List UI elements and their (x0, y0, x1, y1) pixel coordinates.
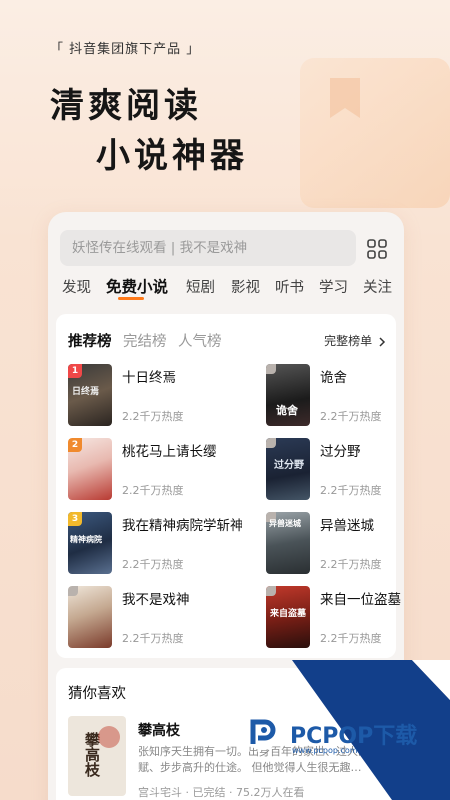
tab-film[interactable]: 影视 (231, 276, 260, 297)
book-title: 来自一位盗墓 (320, 592, 401, 608)
cover-title: 诡舍 (276, 404, 298, 417)
book-heat: 2.2千万热度 (320, 632, 382, 645)
rank-badge: 3 (68, 512, 82, 526)
book-heat: 2.2千万热度 (320, 558, 382, 571)
full-list-label: 完整榜单 (324, 334, 373, 348)
book-item[interactable]: 我不是戏神 2.2千万热度 (68, 586, 228, 652)
rank-badge (266, 586, 276, 596)
headline-line1: 清爽阅读 (50, 86, 202, 126)
tab-discover[interactable]: 发现 (62, 276, 91, 297)
book-title: 诡舍 (320, 370, 347, 386)
bookmark-decoration (300, 58, 450, 208)
book-item[interactable]: 来自盗墓 来自一位盗墓 2.2千万热度 (266, 586, 404, 652)
cover-title: 来自盗墓 (270, 609, 307, 619)
book-item[interactable]: 1 日终焉 十日终焉 2.2千万热度 (68, 364, 228, 430)
book-title[interactable]: 攀高枝 (138, 720, 180, 740)
book-cover (68, 586, 112, 648)
rank-badge (266, 364, 276, 374)
book-cover: 过分野 (266, 438, 310, 500)
active-tab-indicator (118, 297, 144, 300)
book-cover: 异兽迷城 (266, 512, 310, 574)
book-item[interactable]: 过分野 过分野 2.2千万热度 (266, 438, 404, 504)
tab-recommended[interactable]: 推荐榜 (68, 330, 112, 351)
pcpop-logo-icon (244, 714, 280, 750)
book-heat: 2.2千万热度 (122, 484, 184, 497)
cover-title: 过分野 (274, 460, 304, 471)
book-title: 桃花马上请长缨 (122, 444, 217, 460)
book-item[interactable]: 诡舍 诡舍 2.2千万热度 (266, 364, 404, 430)
book-cover: 1 日终焉 (68, 364, 112, 426)
book-meta: 宫斗宅斗 · 已完结 · 75.2万人在看 (138, 786, 305, 799)
book-title: 异兽迷城 (320, 518, 374, 534)
book-heat: 2.2千万热度 (122, 410, 184, 423)
book-heat: 2.2千万热度 (122, 558, 184, 571)
full-list-link[interactable]: 完整榜单 (324, 332, 386, 349)
cover-title: 日终焉 (72, 387, 100, 397)
cover-title: 精神病院 (70, 535, 102, 544)
watermark-url: www.pcpop.com (292, 746, 358, 755)
search-input[interactable]: 妖怪传在线观看 | 我不是戏神 (60, 230, 356, 266)
promo-tagline: 「 抖音集团旗下产品 」 (50, 42, 201, 57)
channel-tabs: 发现 免费小说 短剧 影视 听书 学习 关注 (48, 274, 404, 304)
book-item[interactable]: 3 精神病院 我在精神病院学斩神 2.2千万热度 (68, 512, 242, 578)
book-title: 十日终焉 (122, 370, 176, 386)
rank-badge (68, 586, 78, 596)
tab-audiobook[interactable]: 听书 (275, 276, 304, 297)
cover-title: 异兽迷城 (269, 519, 301, 528)
tab-short-drama[interactable]: 短剧 (186, 276, 215, 297)
book-heat: 2.2千万热度 (320, 410, 382, 423)
rank-badge: 1 (68, 364, 82, 378)
book-title: 过分野 (320, 444, 361, 460)
book-title: 我不是戏神 (122, 592, 190, 608)
tab-following[interactable]: 关注 (363, 276, 392, 297)
tab-study[interactable]: 学习 (319, 276, 348, 297)
rank-badge (266, 438, 276, 448)
category-grid-icon[interactable] (366, 238, 388, 260)
rank-badge: 2 (68, 438, 82, 452)
book-cover: 诡舍 (266, 364, 310, 426)
book-title: 我在精神病院学斩神 (122, 518, 242, 534)
tab-completed[interactable]: 完结榜 (123, 330, 167, 351)
chevron-right-icon (379, 336, 386, 347)
headline-line2: 小说神器 (96, 136, 248, 176)
tab-popular[interactable]: 人气榜 (178, 330, 222, 351)
tab-free-novels[interactable]: 免费小说 (106, 275, 168, 297)
section-title: 猜你喜欢 (68, 686, 126, 702)
book-heat: 2.2千万热度 (320, 484, 382, 497)
ranking-card: 推荐榜 完结榜 人气榜 完整榜单 1 日终焉 十日终焉 2.2千万热度 诡舍 诡… (56, 314, 401, 658)
book-cover: 3 精神病院 (68, 512, 112, 574)
book-heat: 2.2千万热度 (122, 632, 184, 645)
book-cover: 来自盗墓 (266, 586, 310, 648)
book-cover: 2 (68, 438, 112, 500)
book-item[interactable]: 2 桃花马上请长缨 2.2千万热度 (68, 438, 228, 504)
book-cover[interactable]: 攀高枝 (68, 716, 126, 796)
book-item[interactable]: 异兽迷城 异兽迷城 2.2千万热度 (266, 512, 404, 578)
